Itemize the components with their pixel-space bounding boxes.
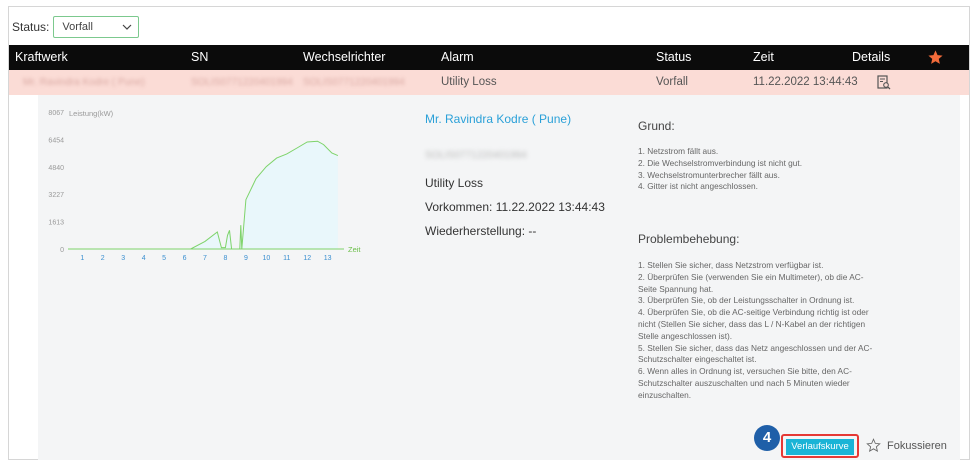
x-tick-label: 6 xyxy=(183,255,187,262)
column-header-inverter: Wechselrichter xyxy=(303,50,386,64)
status-select[interactable]: Vorfall xyxy=(53,16,140,38)
cause-item: 1. Netzstrom fällt aus. xyxy=(638,146,719,156)
info-occurred: Vorkommen: 11.22.2022 13:44:43 xyxy=(425,200,605,214)
x-tick-label: 9 xyxy=(244,255,248,262)
troubleshoot-line: Schutzschalter auszuschalten und nach 5 … xyxy=(638,377,850,388)
x-tick-label: 12 xyxy=(303,255,311,262)
focus-label: Fokussieren xyxy=(887,439,947,452)
table-header: Kraftwerk SN Wechselrichter Alarm Status… xyxy=(9,45,969,70)
troubleshoot-line: 1. Stellen Sie sicher, dass Netzstrom ve… xyxy=(638,260,824,270)
y-axis-label: Leistung(kW) xyxy=(69,109,114,118)
x-tick-label: 11 xyxy=(283,255,290,262)
cause-item: 3. Wechselstromunterbrecher fällt aus. xyxy=(638,169,780,180)
troubleshoot-line: 3. Überprüfen Sie, ob der Leistungsschal… xyxy=(638,295,855,306)
troubleshoot-line: Seite Spannung hat. xyxy=(638,283,714,294)
plant-link[interactable]: Mr. Ravindra Kodre ( Pune) xyxy=(425,112,571,126)
x-tick-label: 1 xyxy=(80,255,84,262)
cause-item: 4. Gitter ist nicht angeschlossen. xyxy=(638,181,758,192)
troubleshoot-title: Problembehebung: xyxy=(638,232,740,246)
cause-list: 1. Netzstrom fällt aus. 2. Die Wechselst… xyxy=(638,146,898,193)
row-plant: Mr. Ravindra Kodre ( Pune) xyxy=(23,77,145,88)
y-tick-label: 1613 xyxy=(48,220,64,227)
series-area xyxy=(72,141,338,249)
y-tick-label: 4840 xyxy=(48,165,64,172)
x-axis-label: Zeit xyxy=(348,245,361,254)
troubleshoot-line: 2. Überprüfen Sie (verwenden Sie ein Mul… xyxy=(638,271,864,282)
troubleshoot-line: Schutzschalter eingeschaltet ist. xyxy=(638,354,757,365)
star-icon[interactable] xyxy=(927,49,944,66)
x-tick-label: 7 xyxy=(203,255,207,262)
x-tick-label: 3 xyxy=(121,255,125,262)
cause-title: Grund: xyxy=(638,119,675,133)
troubleshoot-line: Stelle angeschlossen ist). xyxy=(638,330,733,341)
troubleshoot-line: 5. Stellen Sie sicher, dass das Netz ang… xyxy=(638,342,873,353)
column-header-status: Status xyxy=(656,50,692,64)
table-row[interactable]: Mr. Ravindra Kodre ( Pune) SOLIS07712204… xyxy=(9,70,969,95)
row-time: 11.22.2022 13:44:43 xyxy=(753,76,858,88)
document-search-icon[interactable] xyxy=(877,75,891,90)
column-header-time: Zeit xyxy=(753,50,774,64)
troubleshoot-list: 1. Stellen Sie sicher, dass Netzstrom ve… xyxy=(638,260,898,402)
x-tick-label: 10 xyxy=(262,255,270,262)
troubleshoot-line: einzuschalten. xyxy=(638,389,692,400)
status-select-value: Vorfall xyxy=(62,21,93,33)
y-tick-label: 6454 xyxy=(48,137,64,144)
x-tick-label: 5 xyxy=(162,255,166,262)
troubleshoot-line: 4. Überprüfen Sie, ob die AC-seitige Ver… xyxy=(638,307,869,318)
info-sn: SOLIS0771220401994 xyxy=(425,150,527,161)
cause-item: 2. Die Wechselstromverbindung ist nicht … xyxy=(638,157,803,168)
info-alarm: Utility Loss xyxy=(425,176,484,190)
row-status: Vorfall xyxy=(656,76,688,88)
y-tick-label: 3227 xyxy=(48,192,64,199)
column-header-sn: SN xyxy=(191,50,209,64)
row-sn: SOLIS0771220401994 xyxy=(191,77,293,88)
x-tick-label: 8 xyxy=(223,255,227,262)
step-badge: 4 xyxy=(754,425,780,451)
history-curve-button[interactable]: Verlaufskurve xyxy=(786,439,854,455)
status-filter-label: Status: xyxy=(12,20,50,34)
column-header-alarm: Alarm xyxy=(441,50,474,64)
x-tick-label: 4 xyxy=(142,255,146,262)
x-tick-label: 13 xyxy=(324,255,332,262)
chevron-down-icon xyxy=(122,24,132,30)
star-outline-icon xyxy=(866,438,881,453)
column-header-details: Details xyxy=(852,50,891,64)
troubleshoot-line: nicht (Stellen Sie sicher, dass das L / … xyxy=(638,318,866,329)
info-recovered: Wiederherstellung: -- xyxy=(425,224,537,238)
focus-button[interactable]: Fokussieren xyxy=(866,438,947,453)
y-tick-label: 8067 xyxy=(48,110,64,117)
row-alarm: Utility Loss xyxy=(441,76,497,88)
status-filter: Status: Vorfall xyxy=(12,16,140,38)
x-tick-label: 2 xyxy=(101,255,105,262)
y-tick-label: 0 xyxy=(60,247,64,254)
power-chart: 806764544840322716130Leistung(kW)1 2 3 4 5 6 7… xyxy=(48,109,361,262)
column-header-plant: Kraftwerk xyxy=(15,50,68,64)
troubleshoot-line: 6. Wenn alles in Ordnung ist, versuchen … xyxy=(638,366,852,377)
row-inverter: SOLIS0771220401994 xyxy=(303,77,405,88)
